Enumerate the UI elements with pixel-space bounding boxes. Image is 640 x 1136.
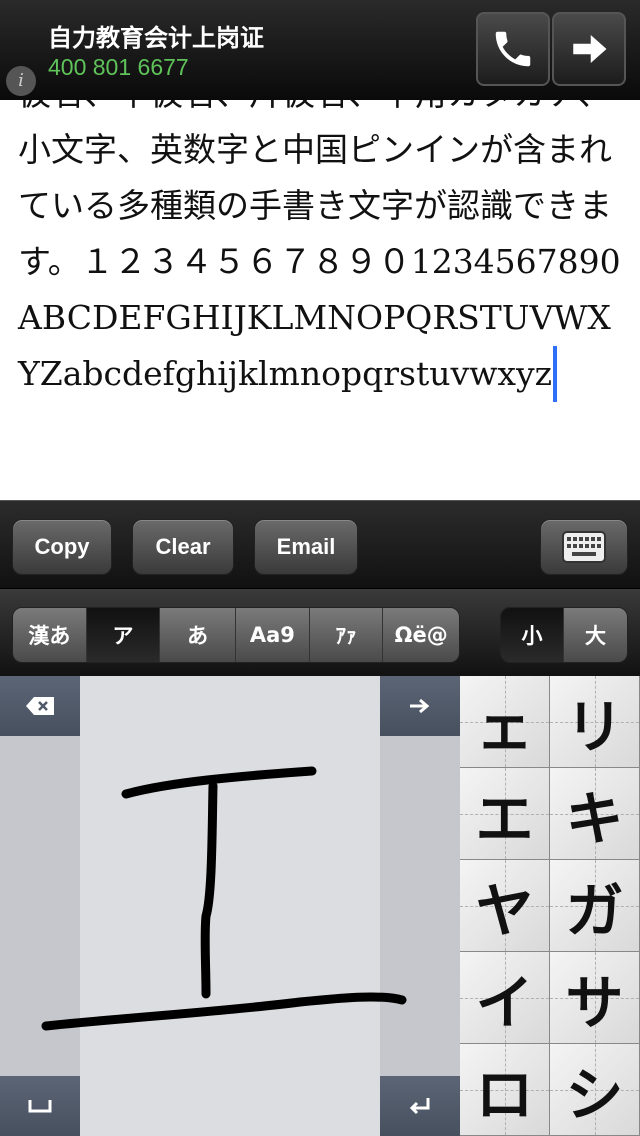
candidate-item[interactable]: キ — [550, 768, 640, 860]
candidate-item[interactable]: サ — [550, 952, 640, 1044]
mode-halfwidth-katakana[interactable]: ｱｧ — [309, 608, 384, 662]
email-button[interactable]: Email — [254, 519, 358, 575]
candidate-char: サ — [565, 968, 624, 1037]
text-caret — [553, 346, 557, 402]
size-large[interactable]: 大 — [564, 608, 627, 662]
return-button[interactable] — [380, 1076, 460, 1136]
mode-hiragana[interactable]: あ — [160, 608, 236, 662]
mode-symbols[interactable]: Ωë@ — [383, 608, 459, 662]
call-button[interactable] — [476, 12, 550, 86]
size-selector: 小 大 — [500, 607, 628, 663]
candidate-char: キ — [565, 784, 624, 853]
candidate-char: リ — [565, 692, 624, 761]
ad-banner[interactable]: 自力教育会计上岗证 400 801 6677 i — [0, 0, 640, 100]
arrow-right-icon — [410, 698, 430, 714]
ad-title: 自力教育会计上岗证 — [48, 24, 264, 52]
next-button[interactable] — [380, 676, 460, 736]
phone-icon — [495, 31, 531, 67]
backspace-button[interactable] — [0, 676, 80, 736]
candidate-char: イ — [475, 968, 534, 1037]
mode-bar: 漢あ ア あ Aa9 ｱｧ Ωë@ 小 大 — [0, 588, 640, 677]
candidate-item[interactable]: ヤ — [460, 860, 550, 952]
candidate-item[interactable]: リ — [550, 676, 640, 768]
go-button[interactable] — [552, 12, 626, 86]
candidate-item[interactable]: ロ — [460, 1044, 550, 1136]
action-bar: Copy Clear Email — [0, 500, 640, 588]
candidate-char: ロ — [475, 1060, 534, 1129]
text-area[interactable]: 仮名、平仮名、片仮名、半角カタカナ、小文字、英数字と中国ピンインが含まれている多… — [0, 100, 640, 500]
ad-phone-number: 400 801 6677 — [48, 54, 189, 80]
mode-katakana[interactable]: ア — [86, 608, 161, 662]
candidate-item[interactable]: ェ — [460, 676, 550, 768]
keyboard-button[interactable] — [540, 519, 628, 575]
recognized-text-content: 仮名、平仮名、片仮名、半角カタカナ、小文字、英数字と中国ピンインが含まれている多… — [18, 100, 621, 393]
return-icon — [409, 1098, 430, 1115]
candidate-item[interactable]: シ — [550, 1044, 640, 1136]
handwritten-stroke — [41, 766, 407, 1031]
clear-button[interactable]: Clear — [132, 519, 234, 575]
recognized-text: 仮名、平仮名、片仮名、半角カタカナ、小文字、英数字と中国ピンインが含まれている多… — [18, 100, 628, 402]
backspace-icon — [26, 697, 54, 715]
candidate-char: ガ — [565, 876, 624, 945]
arrow-right-icon — [573, 35, 607, 63]
candidate-item[interactable]: エ — [460, 768, 550, 860]
space-icon — [28, 1100, 52, 1113]
handwriting-pad[interactable] — [0, 676, 460, 1136]
space-button[interactable] — [0, 1076, 80, 1136]
candidate-char: ェ — [475, 692, 534, 761]
candidate-item[interactable]: イ — [460, 952, 550, 1044]
info-icon[interactable]: i — [6, 66, 36, 96]
mode-alphanumeric[interactable]: Aa9 — [236, 608, 310, 662]
candidate-char: ヤ — [475, 876, 534, 945]
candidate-item[interactable]: ガ — [550, 860, 640, 952]
candidate-list: ェ リ エ キ ヤ ガ イ サ ロ シ — [460, 676, 640, 1136]
copy-button[interactable]: Copy — [12, 519, 112, 575]
size-small[interactable]: 小 — [501, 608, 565, 662]
candidate-char: シ — [565, 1060, 624, 1129]
mode-kanji-kana[interactable]: 漢あ — [13, 608, 87, 662]
script-mode-selector: 漢あ ア あ Aa9 ｱｧ Ωë@ — [12, 607, 460, 663]
keyboard-icon — [562, 531, 606, 563]
candidate-char: エ — [475, 784, 534, 853]
